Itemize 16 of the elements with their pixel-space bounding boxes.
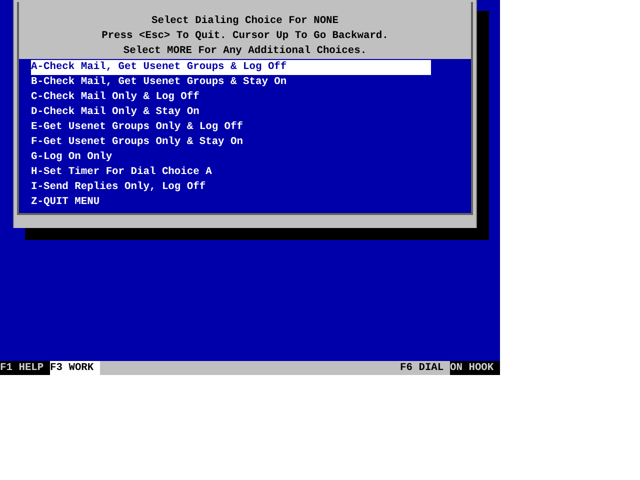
status-key[interactable]: F3 WORK	[50, 361, 100, 375]
menu-item[interactable]: Z-QUIT MENU	[31, 195, 431, 210]
dialog-instruction: Press <Esc> To Quit. Cursor Up To Go Backward.	[100, 29, 390, 44]
menu-item[interactable]: C-Check Mail Only & Log Off	[31, 90, 431, 105]
menu-item[interactable]: B-Check Mail, Get Usenet Groups & Stay On	[31, 75, 431, 90]
status-key[interactable]: ON HOOK	[450, 361, 500, 375]
menu-item[interactable]: G-Log On Only	[31, 150, 431, 165]
menu-item[interactable]: H-Set Timer For Dial Choice A	[31, 165, 431, 180]
menu-item[interactable]: A-Check Mail, Get Usenet Groups & Log Off	[31, 60, 431, 75]
dialog-instruction: Select MORE For Any Additional Choices.	[122, 44, 368, 59]
dialog-instruction: Select Dialing Choice For NONE	[150, 14, 340, 29]
menu-item[interactable]: I-Send Replies Only, Log Off	[31, 180, 431, 195]
menu-item[interactable]: E-Get Usenet Groups Only & Log Off	[31, 120, 431, 135]
menu-item[interactable]: D-Check Mail Only & Stay On	[31, 105, 431, 120]
status-key[interactable]: F1 HELP	[0, 361, 50, 375]
menu-item[interactable]: F-Get Usenet Groups Only & Stay On	[31, 135, 431, 150]
